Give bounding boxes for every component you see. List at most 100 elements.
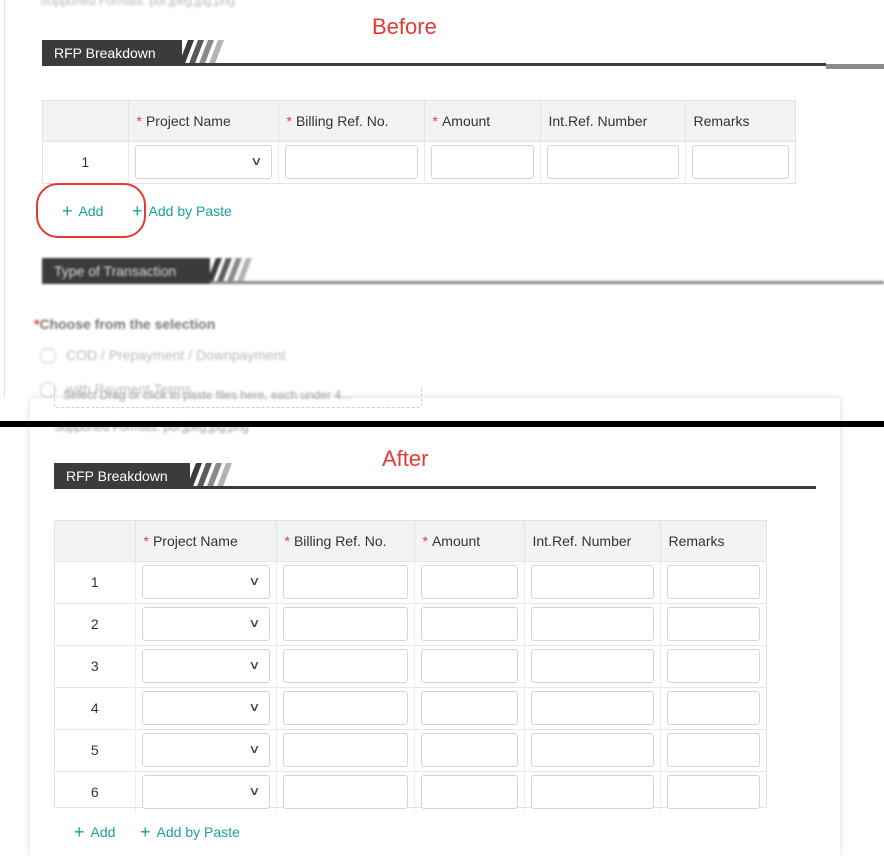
remarks-cell <box>660 644 766 687</box>
remarks-input[interactable] <box>666 649 760 683</box>
billing-ref-input[interactable] <box>282 733 408 767</box>
option-radio[interactable]: COD / Prepayment / Downpayment <box>40 347 285 365</box>
required-marker: * <box>432 112 438 129</box>
column-header: * Billing Ref. No. <box>276 521 415 561</box>
remarks-cell <box>660 686 766 729</box>
add-by-paste-button[interactable]: + Add by Paste <box>140 821 240 842</box>
required-marker: * <box>286 112 292 129</box>
billing-ref-cell <box>276 644 415 687</box>
plus-icon: + <box>74 822 85 842</box>
project-name-select[interactable]: ∨ <box>141 691 270 725</box>
project-name-select[interactable]: ∨ <box>134 145 272 180</box>
remarks-input[interactable] <box>666 565 760 599</box>
section-underline <box>182 63 826 66</box>
project-name-select[interactable]: ∨ <box>141 733 270 767</box>
int-ref-cell <box>540 140 686 183</box>
section-underline-end <box>826 64 884 69</box>
int-ref-input[interactable] <box>530 565 654 599</box>
amount-input[interactable] <box>420 607 518 641</box>
section-title: RFP Breakdown <box>42 40 182 66</box>
int-ref-cell <box>524 770 661 813</box>
table-row: 5 ∨ <box>55 728 766 771</box>
required-marker: * <box>284 532 290 549</box>
billing-ref-cell <box>278 140 425 183</box>
table-header-row: * Project Name * Billing Ref. No. * Amount … <box>55 521 766 561</box>
remarks-input[interactable] <box>691 145 789 180</box>
project-name-select[interactable]: ∨ <box>141 775 270 810</box>
int-ref-input[interactable] <box>530 691 654 725</box>
remarks-cell <box>660 602 766 645</box>
project-name-cell: ∨ <box>135 728 277 771</box>
required-marker: * <box>136 112 142 129</box>
column-header: * Amount <box>414 521 525 561</box>
project-name-cell: ∨ <box>135 686 277 729</box>
transaction-header: Type of Transaction <box>42 258 884 284</box>
column-header: Int.Ref. Number <box>540 101 686 141</box>
billing-ref-cell <box>276 728 415 771</box>
required-marker: * <box>143 532 149 549</box>
section-underline <box>210 281 884 284</box>
project-name-cell: ∨ <box>135 602 277 645</box>
row-number: 4 <box>55 686 136 729</box>
row-number: 1 <box>55 560 136 603</box>
upload-dropzone[interactable]: Select Drag or click to paste files here… <box>54 386 422 408</box>
project-name-select[interactable]: ∨ <box>141 565 270 599</box>
int-ref-cell <box>524 602 661 645</box>
project-name-cell: ∨ <box>135 770 277 813</box>
before-panel: Supported Formats: pdf,jpeg,jpg,png Befo… <box>0 0 884 398</box>
project-name-select[interactable]: ∨ <box>141 649 270 683</box>
project-name-cell: ∨ <box>128 140 279 183</box>
int-ref-input[interactable] <box>530 607 654 641</box>
choose-label: *Choose from the selection <box>34 316 216 332</box>
rfp-breakdown-header: RFP Breakdown <box>42 40 884 69</box>
amount-input[interactable] <box>420 649 518 683</box>
column-header: * Project Name <box>128 101 279 141</box>
billing-ref-cell <box>276 770 415 813</box>
remarks-input[interactable] <box>666 607 760 641</box>
remarks-cell <box>685 140 795 183</box>
amount-cell <box>414 728 525 771</box>
int-ref-input[interactable] <box>530 649 654 683</box>
amount-cell <box>414 644 525 687</box>
row-number: 3 <box>55 644 136 687</box>
int-ref-input[interactable] <box>530 733 654 767</box>
billing-ref-input[interactable] <box>282 775 408 810</box>
rfp-breakdown-header: RFP Breakdown <box>54 463 816 489</box>
table-header-row: * Project Name * Billing Ref. No. * Amount … <box>43 101 795 141</box>
amount-input[interactable] <box>430 145 534 180</box>
billing-ref-input[interactable] <box>282 607 408 641</box>
billing-ref-cell <box>276 560 415 603</box>
billing-ref-cell <box>276 686 415 729</box>
int-ref-cell <box>524 728 661 771</box>
amount-input[interactable] <box>420 733 518 767</box>
chevron-down-icon: ∨ <box>247 658 261 672</box>
row-number: 1 <box>43 140 129 183</box>
row-number: 2 <box>55 602 136 645</box>
chevron-down-icon: ∨ <box>247 574 261 588</box>
amount-input[interactable] <box>420 691 518 725</box>
amount-input[interactable] <box>420 775 518 810</box>
billing-ref-input[interactable] <box>282 649 408 683</box>
remarks-input[interactable] <box>666 733 760 767</box>
remarks-cell <box>660 560 766 603</box>
add-by-paste-button[interactable]: + Add by Paste <box>132 200 232 221</box>
billing-ref-input[interactable] <box>282 691 408 725</box>
row-number-header <box>55 521 136 561</box>
comparison-divider <box>0 421 884 427</box>
int-ref-input[interactable] <box>546 145 679 180</box>
remarks-input[interactable] <box>666 691 760 725</box>
billing-ref-input[interactable] <box>284 145 418 180</box>
add-button[interactable]: + Add <box>74 821 115 842</box>
required-marker: * <box>422 532 428 549</box>
supported-formats-text: Supported Formats: pdf,jpeg,jpg,png <box>40 0 235 8</box>
billing-ref-input[interactable] <box>282 565 408 599</box>
project-name-select[interactable]: ∨ <box>141 607 270 641</box>
remarks-input[interactable] <box>666 775 760 810</box>
chevron-down-icon: ∨ <box>247 742 261 756</box>
amount-input[interactable] <box>420 565 518 599</box>
int-ref-input[interactable] <box>530 775 654 810</box>
column-header: * Amount <box>424 101 541 141</box>
chevron-down-icon: ∨ <box>247 700 261 714</box>
amount-cell <box>414 770 525 813</box>
rfp-table-grid: * Project Name * Billing Ref. No. * Amount … <box>43 101 795 183</box>
